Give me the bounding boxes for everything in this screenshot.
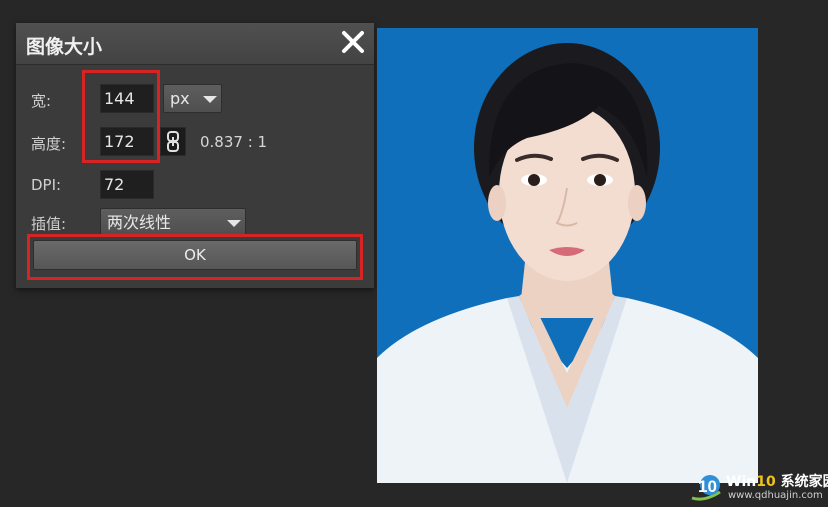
width-input[interactable]: 144 <box>100 84 154 113</box>
watermark-brand-suffix: 系统家园 <box>780 474 828 490</box>
aspect-ratio-text: 0.837 : 1 <box>200 133 268 151</box>
watermark-brand-num: 10 <box>756 474 776 490</box>
ok-button[interactable]: OK <box>33 240 357 270</box>
interpolation-select-value: 两次线性 <box>107 213 172 232</box>
win10-logo-icon: 10 <box>691 475 721 501</box>
chevron-down-icon <box>203 96 217 103</box>
win10-logo-text: 10 <box>698 477 717 496</box>
watermark-brand-prefix: Win <box>726 474 757 490</box>
dialog-titlebar[interactable]: 图像大小 <box>16 23 374 65</box>
chevron-down-icon <box>227 220 241 227</box>
photo-preview <box>377 28 758 483</box>
portrait-image <box>377 43 758 483</box>
unit-select[interactable]: px <box>163 84 222 113</box>
dpi-label: DPI: <box>31 176 62 194</box>
dpi-input[interactable]: 72 <box>100 170 154 199</box>
height-label: 高度: <box>31 135 67 153</box>
unit-select-value: px <box>170 89 190 108</box>
dialog-title: 图像大小 <box>26 36 103 58</box>
image-size-dialog: 图像大小 宽: 144 px 高度: 172 0.837 : 1 DPI: 72… <box>16 23 374 288</box>
constrain-proportions-button[interactable] <box>160 127 186 156</box>
link-icon <box>167 131 179 152</box>
close-button[interactable] <box>338 27 368 57</box>
close-icon <box>342 31 364 53</box>
watermark-brand: Win10 系统家园 <box>726 471 828 491</box>
watermark-url: www.qdhuajin.com <box>728 490 823 501</box>
site-watermark: 10 Win10 系统家园 www.qdhuajin.com <box>690 470 828 507</box>
interpolation-select[interactable]: 两次线性 <box>100 208 246 236</box>
interpolation-label: 插值: <box>31 215 67 233</box>
width-label: 宽: <box>31 92 52 110</box>
height-input[interactable]: 172 <box>100 127 154 156</box>
